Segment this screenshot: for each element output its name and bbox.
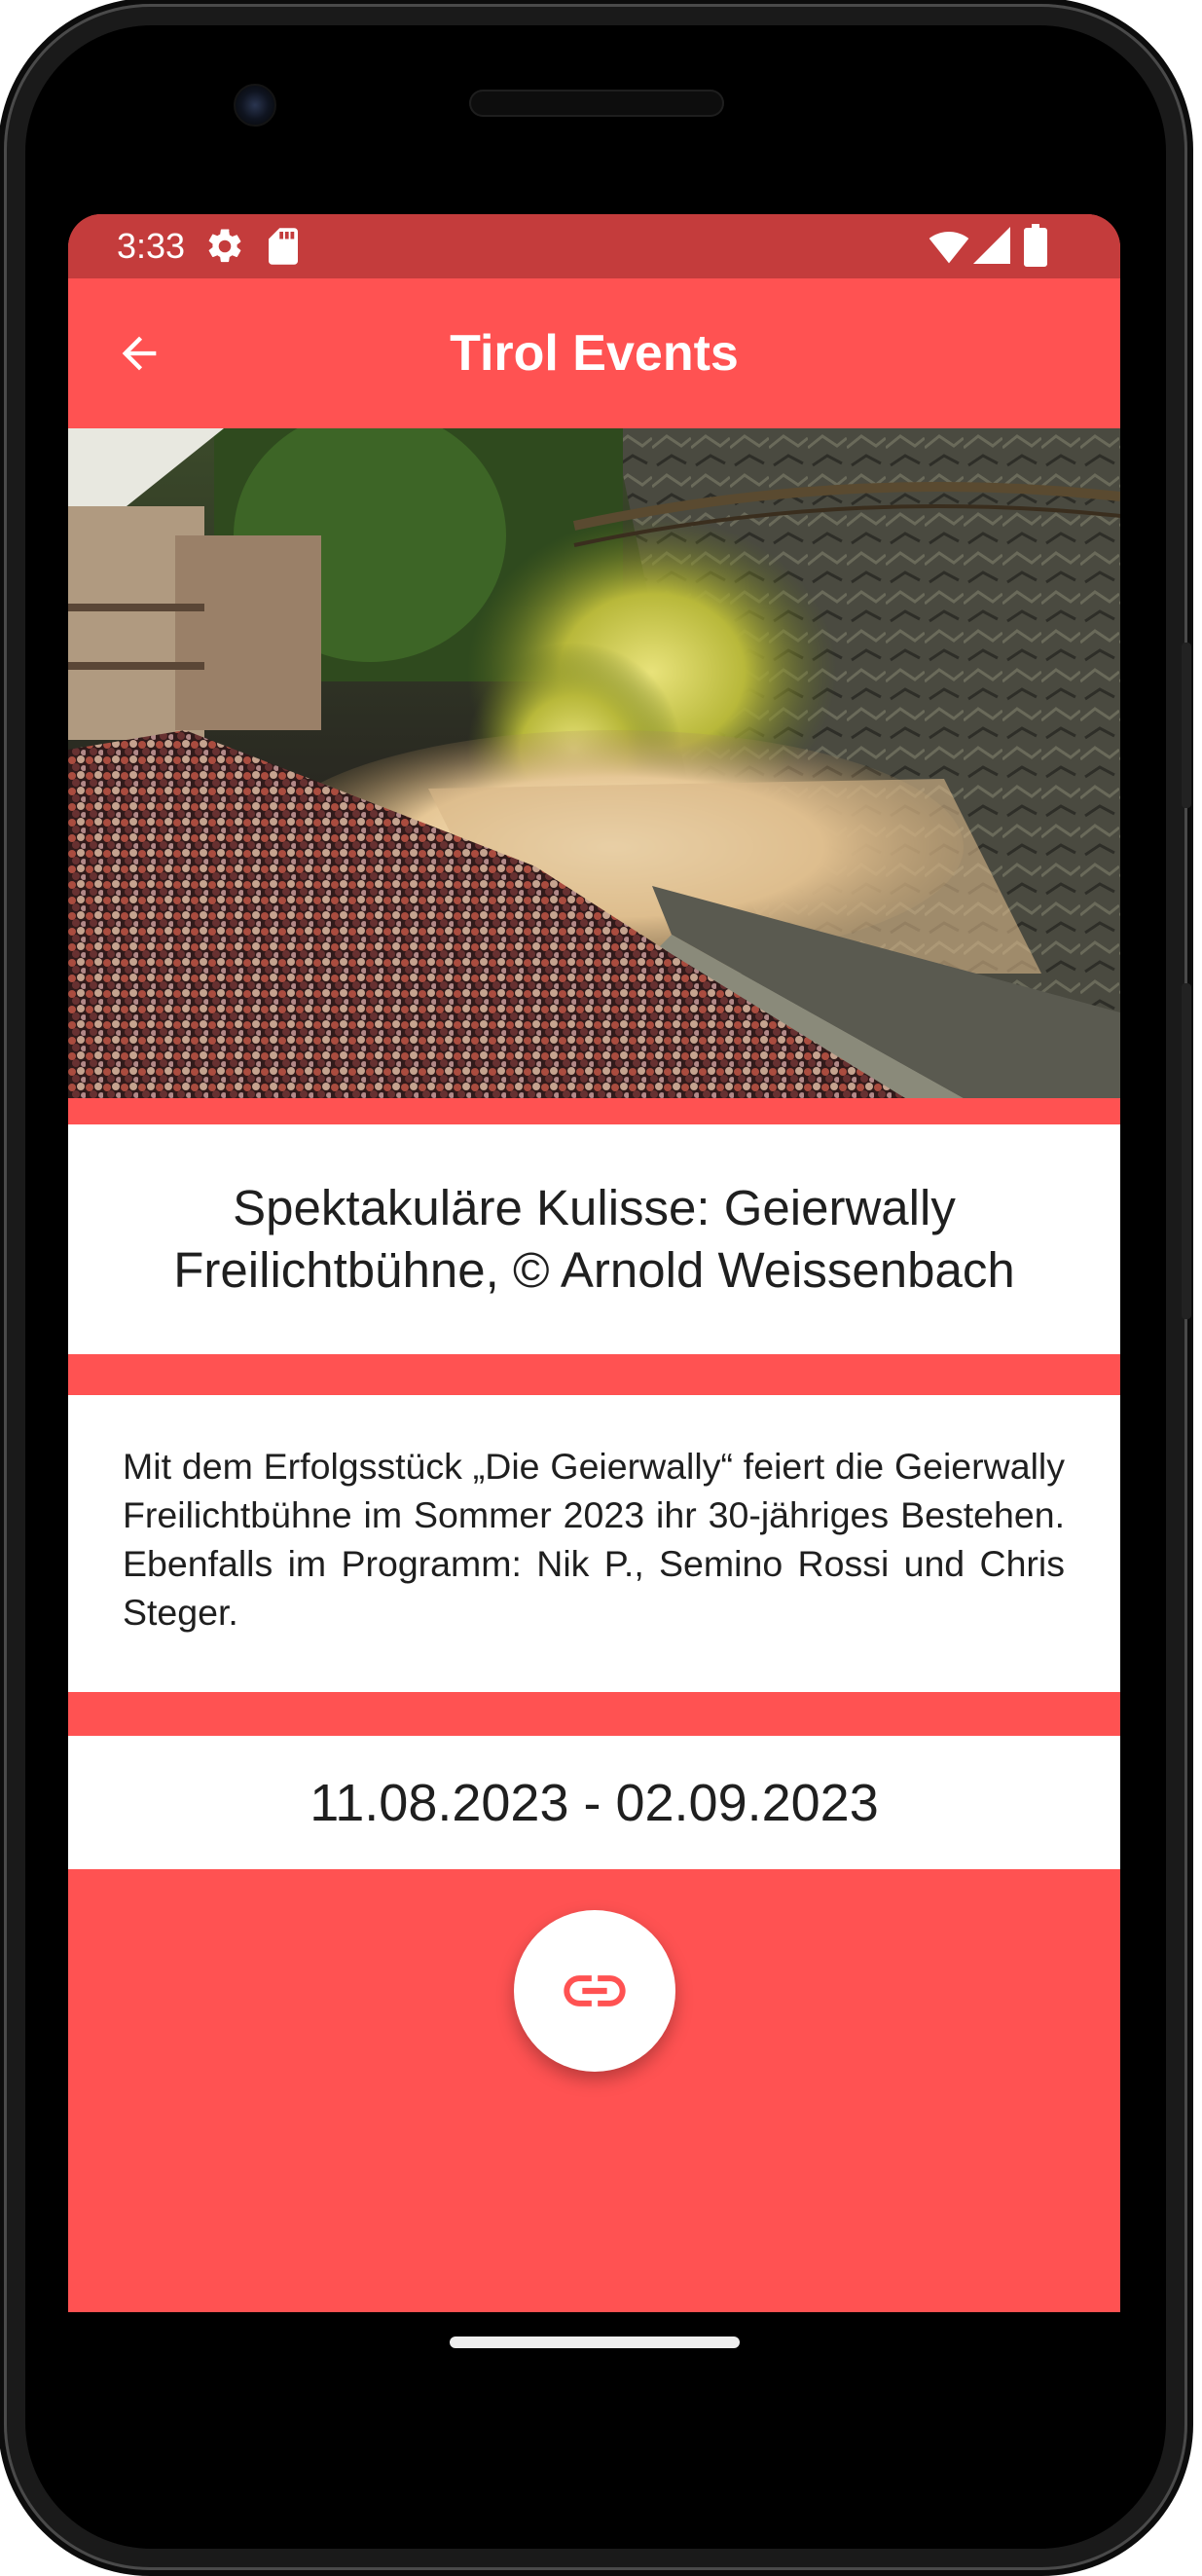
open-link-button[interactable]: [514, 1910, 675, 2072]
event-date-range: 11.08.2023 - 02.09.2023: [310, 1773, 879, 1832]
wifi-icon: [929, 226, 969, 270]
event-description: Mit dem Erfolgsstück „Die Geierwally“ fe…: [123, 1446, 1065, 1633]
sd-card-icon: [269, 228, 298, 270]
image-caption: Spektakuläre Kulisse: Geierwally Freilic…: [173, 1180, 1015, 1298]
earpiece-speaker: [469, 90, 724, 117]
front-camera: [234, 84, 276, 127]
link-icon: [564, 1975, 626, 2006]
power-button: [1182, 643, 1191, 808]
event-image: [68, 428, 1120, 1098]
arrow-back-icon: [122, 336, 157, 371]
app-screen: 3:33 Tirol Events Spektakuläre Kulisse: …: [68, 214, 1120, 2312]
status-bar: 3:33: [68, 214, 1120, 278]
home-indicator[interactable]: [450, 2337, 740, 2348]
volume-button: [1182, 983, 1191, 1319]
back-button[interactable]: [107, 321, 171, 386]
date-card: 11.08.2023 - 02.09.2023: [68, 1736, 1120, 1869]
description-card: Mit dem Erfolgsstück „Die Geierwally“ fe…: [68, 1395, 1120, 1692]
status-time: 3:33: [117, 226, 186, 266]
signal-icon: [973, 226, 1010, 270]
device-canvas: 3:33 Tirol Events Spektakuläre Kulisse: …: [0, 0, 1202, 2576]
battery-icon: [1024, 224, 1047, 272]
image-caption-card: Spektakuläre Kulisse: Geierwally Freilic…: [68, 1124, 1120, 1354]
app-title: Tirol Events: [450, 325, 739, 382]
settings-gear-icon: [204, 226, 245, 272]
app-bar: Tirol Events: [68, 278, 1120, 428]
